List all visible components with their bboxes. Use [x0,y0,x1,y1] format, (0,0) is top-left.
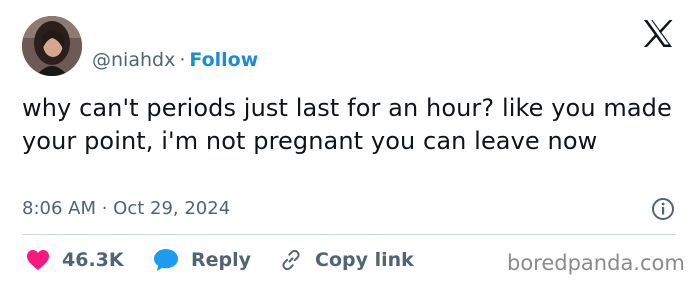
reply-label: Reply [191,249,252,271]
copy-link-label: Copy link [315,249,414,271]
like-button[interactable]: 46.3K [26,247,124,273]
author-row: @niahdx · Follow [92,48,258,72]
copy-link-button[interactable]: Copy link [279,247,414,273]
info-icon[interactable] [651,197,675,221]
follow-button[interactable]: Follow [189,49,258,71]
watermark: boredpanda.com [507,251,685,275]
tweet-text: why can't periods just last for an hour?… [22,94,672,155]
divider [22,234,676,235]
like-count: 46.3K [62,249,124,271]
avatar-photo [22,16,82,76]
reply-button[interactable]: Reply [153,247,251,273]
author-handle[interactable]: @niahdx [92,49,175,71]
x-logo-icon[interactable] [643,20,673,47]
heart-icon [27,250,49,270]
separator-dot: · [179,49,186,71]
tweet-timestamp[interactable]: 8:06 AM · Oct 29, 2024 [22,197,230,221]
speech-bubble-icon [154,249,178,271]
link-icon [282,249,300,271]
avatar[interactable] [22,16,82,76]
